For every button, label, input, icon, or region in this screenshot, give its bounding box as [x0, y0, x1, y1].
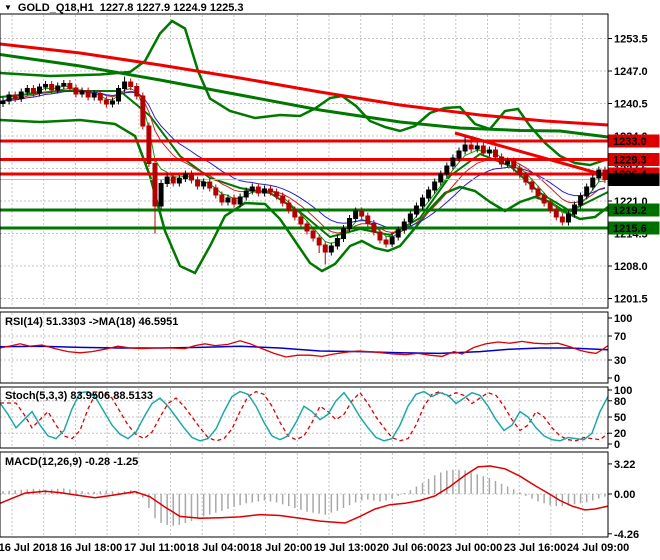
price-axis-label: 0 — [614, 439, 620, 451]
price-badge-label: 1225.3 — [613, 175, 647, 187]
price-axis-label: 30 — [614, 355, 626, 367]
price-axis-label: 0.00 — [614, 489, 635, 501]
price-badge-label: 1229.3 — [613, 155, 647, 167]
price-axis-label: 80 — [614, 396, 626, 408]
time-axis-label: 20 Jul 06:00 — [377, 542, 439, 554]
stochastic-indicator-label: Stoch(5,3,3) 83.9506 88.5133 — [5, 390, 153, 402]
chart-canvas[interactable]: 1253.51247.01240.51234.01227.51221.01214… — [0, 0, 660, 560]
time-axis-label: 18 Jul 04:00 — [187, 542, 249, 554]
trading-chart-window: 1253.51247.01240.51234.01227.51221.01214… — [0, 0, 660, 560]
price-badge-label: 1215.6 — [613, 223, 647, 235]
time-axis-label: 16 Jul 18:00 — [60, 542, 122, 554]
price-badge-label: 1233.0 — [613, 136, 647, 148]
price-level-lines[interactable] — [0, 131, 609, 230]
price-axis[interactable]: 1253.51247.01240.51234.01227.51221.01214… — [608, 34, 648, 541]
price-axis-label: 100 — [614, 313, 632, 325]
time-axis-label: 23 Jul 16:00 — [504, 542, 566, 554]
price-axis-label: -4.26 — [614, 529, 639, 541]
time-axis-label: 19 Jul 13:00 — [314, 542, 376, 554]
time-axis-label: 23 Jul 00:00 — [440, 542, 502, 554]
time-axis-label: 18 Jul 20:00 — [250, 542, 312, 554]
time-axis-label: 24 Jul 09:00 — [567, 542, 629, 554]
price-axis-label: 1253.5 — [614, 34, 648, 46]
price-axis-label: 1201.5 — [614, 294, 648, 306]
price-axis-label: 0 — [614, 373, 620, 385]
chart-ohlc-values: 1227.8 1227.9 1224.9 1225.3 — [99, 2, 244, 14]
chart-symbol-label: GOLD_Q18,H1 — [17, 2, 94, 14]
price-badges[interactable]: 1233.01229.31226.41225.31219.21215.6 — [608, 134, 660, 236]
rsi-indicator-label: RSI(14) 51.3303 ->MA(18) 46.5951 — [5, 316, 179, 328]
time-axis[interactable]: 16 Jul 2018 16 Jul 18:00 17 Jul 11:00 18 Ju… — [0, 542, 629, 554]
time-axis-label: 17 Jul 11:00 — [124, 542, 186, 554]
price-badge-label: 1219.2 — [613, 205, 647, 217]
macd-pane-series — [0, 465, 609, 526]
price-axis-label: 1247.0 — [614, 66, 648, 78]
price-axis-label: 50 — [614, 412, 626, 424]
macd-indicator-label: MACD(12,26,9) -0.28 -1.25 — [5, 456, 139, 468]
chart-title-bar: ▼ GOLD_Q18,H1 1227.8 1227.9 1224.9 1225.… — [4, 2, 243, 14]
symbol-dropdown-icon[interactable]: ▼ — [4, 4, 12, 12]
price-axis-label: 70 — [614, 331, 626, 343]
price-axis-label: 3.22 — [614, 459, 635, 471]
price-axis-label: 1208.0 — [614, 261, 648, 273]
time-axis-label: 16 Jul 2018 — [0, 542, 57, 554]
moving-averages-and-bands — [0, 19, 609, 275]
price-axis-label: 1240.5 — [614, 99, 648, 111]
rsi-pane-series — [0, 340, 609, 358]
